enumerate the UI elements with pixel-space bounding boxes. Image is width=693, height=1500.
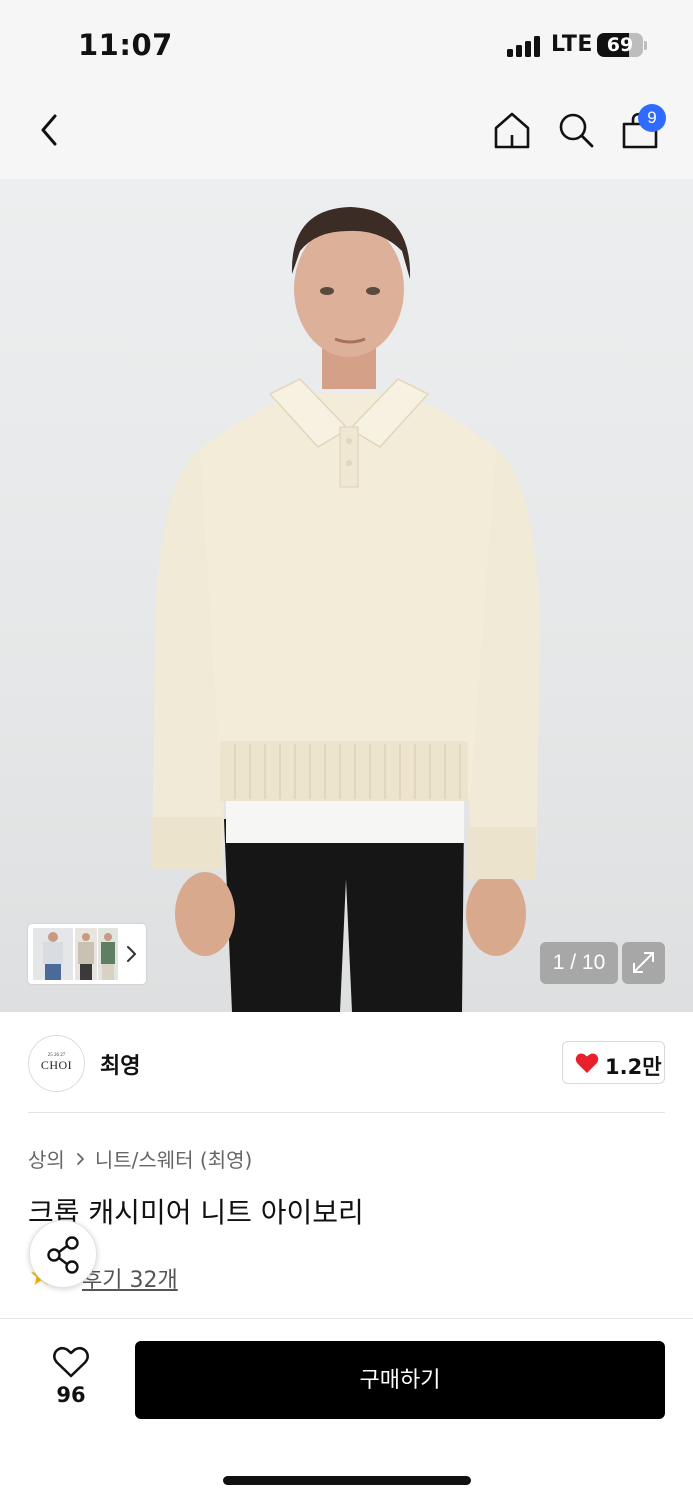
thumbnail-2[interactable] bbox=[75, 928, 97, 980]
buy-button[interactable]: 구매하기 bbox=[135, 1341, 665, 1419]
chevron-right-icon bbox=[127, 946, 136, 962]
battery-cap bbox=[644, 41, 647, 50]
image-counter: 1 / 10 bbox=[540, 942, 618, 984]
thumbnail-1[interactable] bbox=[33, 928, 73, 980]
bottom-action-bar: 96 구매하기 bbox=[0, 1318, 693, 1500]
brand-like-count: 1.2만 bbox=[605, 1055, 662, 1079]
product-photo bbox=[152, 207, 540, 1012]
divider bbox=[28, 1112, 665, 1113]
cart-count-badge: 9 bbox=[638, 104, 666, 132]
thumbnail-strip[interactable] bbox=[28, 924, 146, 984]
wishlist-count: 96 bbox=[56, 1383, 86, 1407]
chevron-right-icon bbox=[76, 1152, 84, 1165]
home-indicator bbox=[223, 1476, 471, 1485]
brand-row: 25 26 27 CHOI 최영 1.2만 bbox=[0, 1012, 693, 1113]
back-chevron-icon bbox=[41, 114, 57, 146]
search-icon bbox=[559, 113, 594, 148]
expand-icon bbox=[633, 952, 654, 973]
status-bar: 11:07 LTE 69 bbox=[0, 0, 693, 90]
battery-icon: 69 bbox=[597, 33, 643, 57]
brand-name[interactable]: 최영 bbox=[100, 1048, 140, 1080]
product-image[interactable] bbox=[0, 179, 693, 1012]
breadcrumb-item-top[interactable]: 상의 bbox=[28, 1144, 65, 1173]
heart-icon bbox=[53, 1346, 89, 1378]
breadcrumb-item-category[interactable]: 니트/스웨터 (최영) bbox=[95, 1144, 253, 1173]
brand-like-button[interactable]: 1.2만 bbox=[562, 1041, 665, 1084]
top-nav-bar bbox=[0, 90, 693, 179]
back-button[interactable] bbox=[34, 110, 66, 150]
share-button[interactable] bbox=[29, 1220, 97, 1288]
status-time: 11:07 bbox=[78, 28, 173, 62]
home-icon bbox=[494, 112, 530, 149]
breadcrumb: 상의 니트/스웨터 (최영) bbox=[28, 1144, 252, 1173]
network-type: LTE bbox=[551, 32, 593, 57]
signal-strength-icon bbox=[507, 35, 540, 57]
brand-logo[interactable]: 25 26 27 CHOI bbox=[28, 1035, 85, 1092]
heart-icon bbox=[575, 1053, 599, 1073]
search-button[interactable] bbox=[556, 110, 596, 150]
share-icon bbox=[47, 1236, 79, 1274]
thumbnail-3[interactable] bbox=[98, 928, 118, 980]
expand-image-button[interactable] bbox=[622, 942, 665, 984]
wishlist-button[interactable]: 96 bbox=[40, 1343, 102, 1409]
battery-percent: 69 bbox=[606, 34, 634, 56]
brand-logo-text: CHOI bbox=[40, 1058, 73, 1072]
home-button[interactable] bbox=[492, 110, 532, 150]
